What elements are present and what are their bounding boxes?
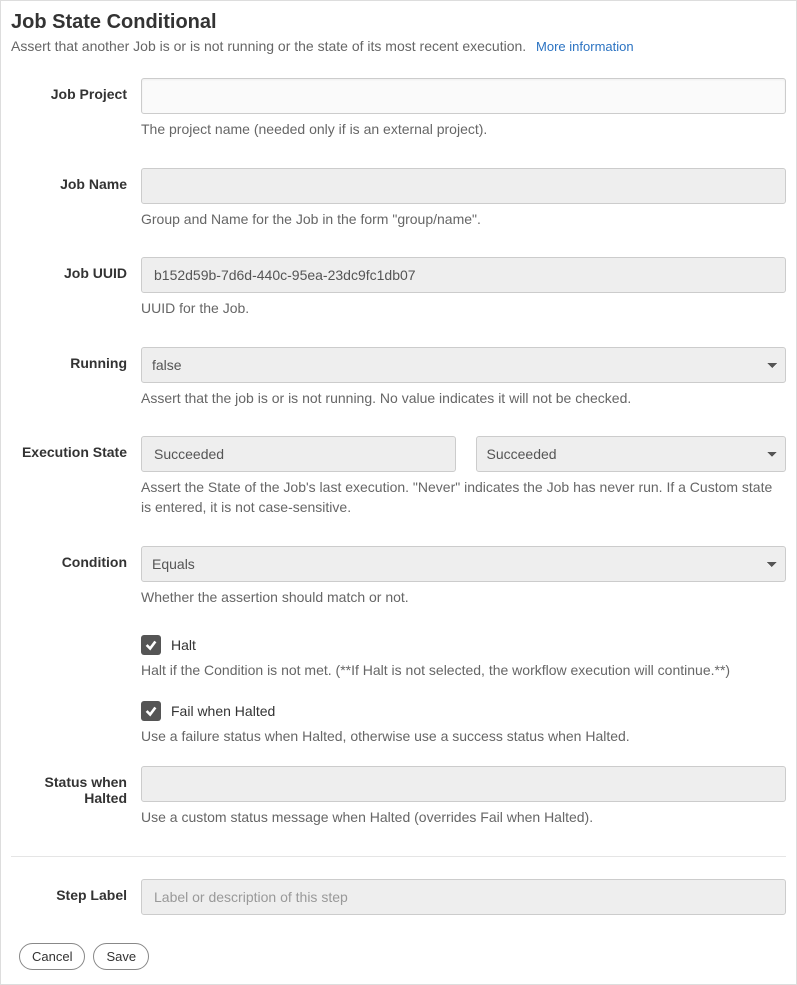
- status-when-halted-label: Status when Halted: [11, 766, 141, 828]
- job-uuid-label: Job UUID: [11, 257, 141, 319]
- panel-description: Assert that another Job is or is not run…: [11, 38, 786, 54]
- job-project-help: The project name (needed only if is an e…: [141, 120, 786, 140]
- fail-when-halted-help: Use a failure status when Halted, otherw…: [141, 727, 786, 747]
- halt-help: Halt if the Condition is not met. (**If …: [141, 661, 786, 681]
- fail-when-halted-label: Fail when Halted: [171, 703, 275, 719]
- job-name-label: Job Name: [11, 168, 141, 230]
- more-info-link[interactable]: More information: [536, 39, 634, 54]
- job-state-conditional-panel: Job State Conditional Assert that anothe…: [0, 0, 797, 985]
- job-project-label: Job Project: [11, 78, 141, 140]
- condition-select[interactable]: Equals: [141, 546, 786, 582]
- save-button[interactable]: Save: [93, 943, 149, 970]
- panel-desc-text: Assert that another Job is or is not run…: [11, 38, 526, 54]
- execution-state-input[interactable]: [141, 436, 456, 472]
- condition-label: Condition: [11, 546, 141, 608]
- step-label-input[interactable]: [141, 879, 786, 915]
- status-when-halted-help: Use a custom status message when Halted …: [141, 808, 786, 828]
- execution-state-select[interactable]: Succeeded: [476, 436, 787, 472]
- running-select[interactable]: false: [141, 347, 786, 383]
- step-label-label: Step Label: [11, 879, 141, 915]
- job-uuid-input[interactable]: [141, 257, 786, 293]
- job-name-input[interactable]: [141, 168, 786, 204]
- panel-title: Job State Conditional: [11, 11, 786, 34]
- halt-label: Halt: [171, 637, 196, 653]
- check-icon: [144, 704, 158, 718]
- running-label: Running: [11, 347, 141, 409]
- divider: [11, 856, 786, 857]
- halt-checkbox[interactable]: [141, 635, 161, 655]
- condition-help: Whether the assertion should match or no…: [141, 588, 786, 608]
- running-help: Assert that the job is or is not running…: [141, 389, 786, 409]
- fail-when-halted-checkbox[interactable]: [141, 701, 161, 721]
- status-when-halted-input[interactable]: [141, 766, 786, 802]
- execution-state-help: Assert the State of the Job's last execu…: [141, 478, 786, 517]
- job-uuid-help: UUID for the Job.: [141, 299, 786, 319]
- job-name-help: Group and Name for the Job in the form "…: [141, 210, 786, 230]
- execution-state-label: Execution State: [11, 436, 141, 517]
- job-project-input[interactable]: [141, 78, 786, 114]
- cancel-button[interactable]: Cancel: [19, 943, 85, 970]
- check-icon: [144, 638, 158, 652]
